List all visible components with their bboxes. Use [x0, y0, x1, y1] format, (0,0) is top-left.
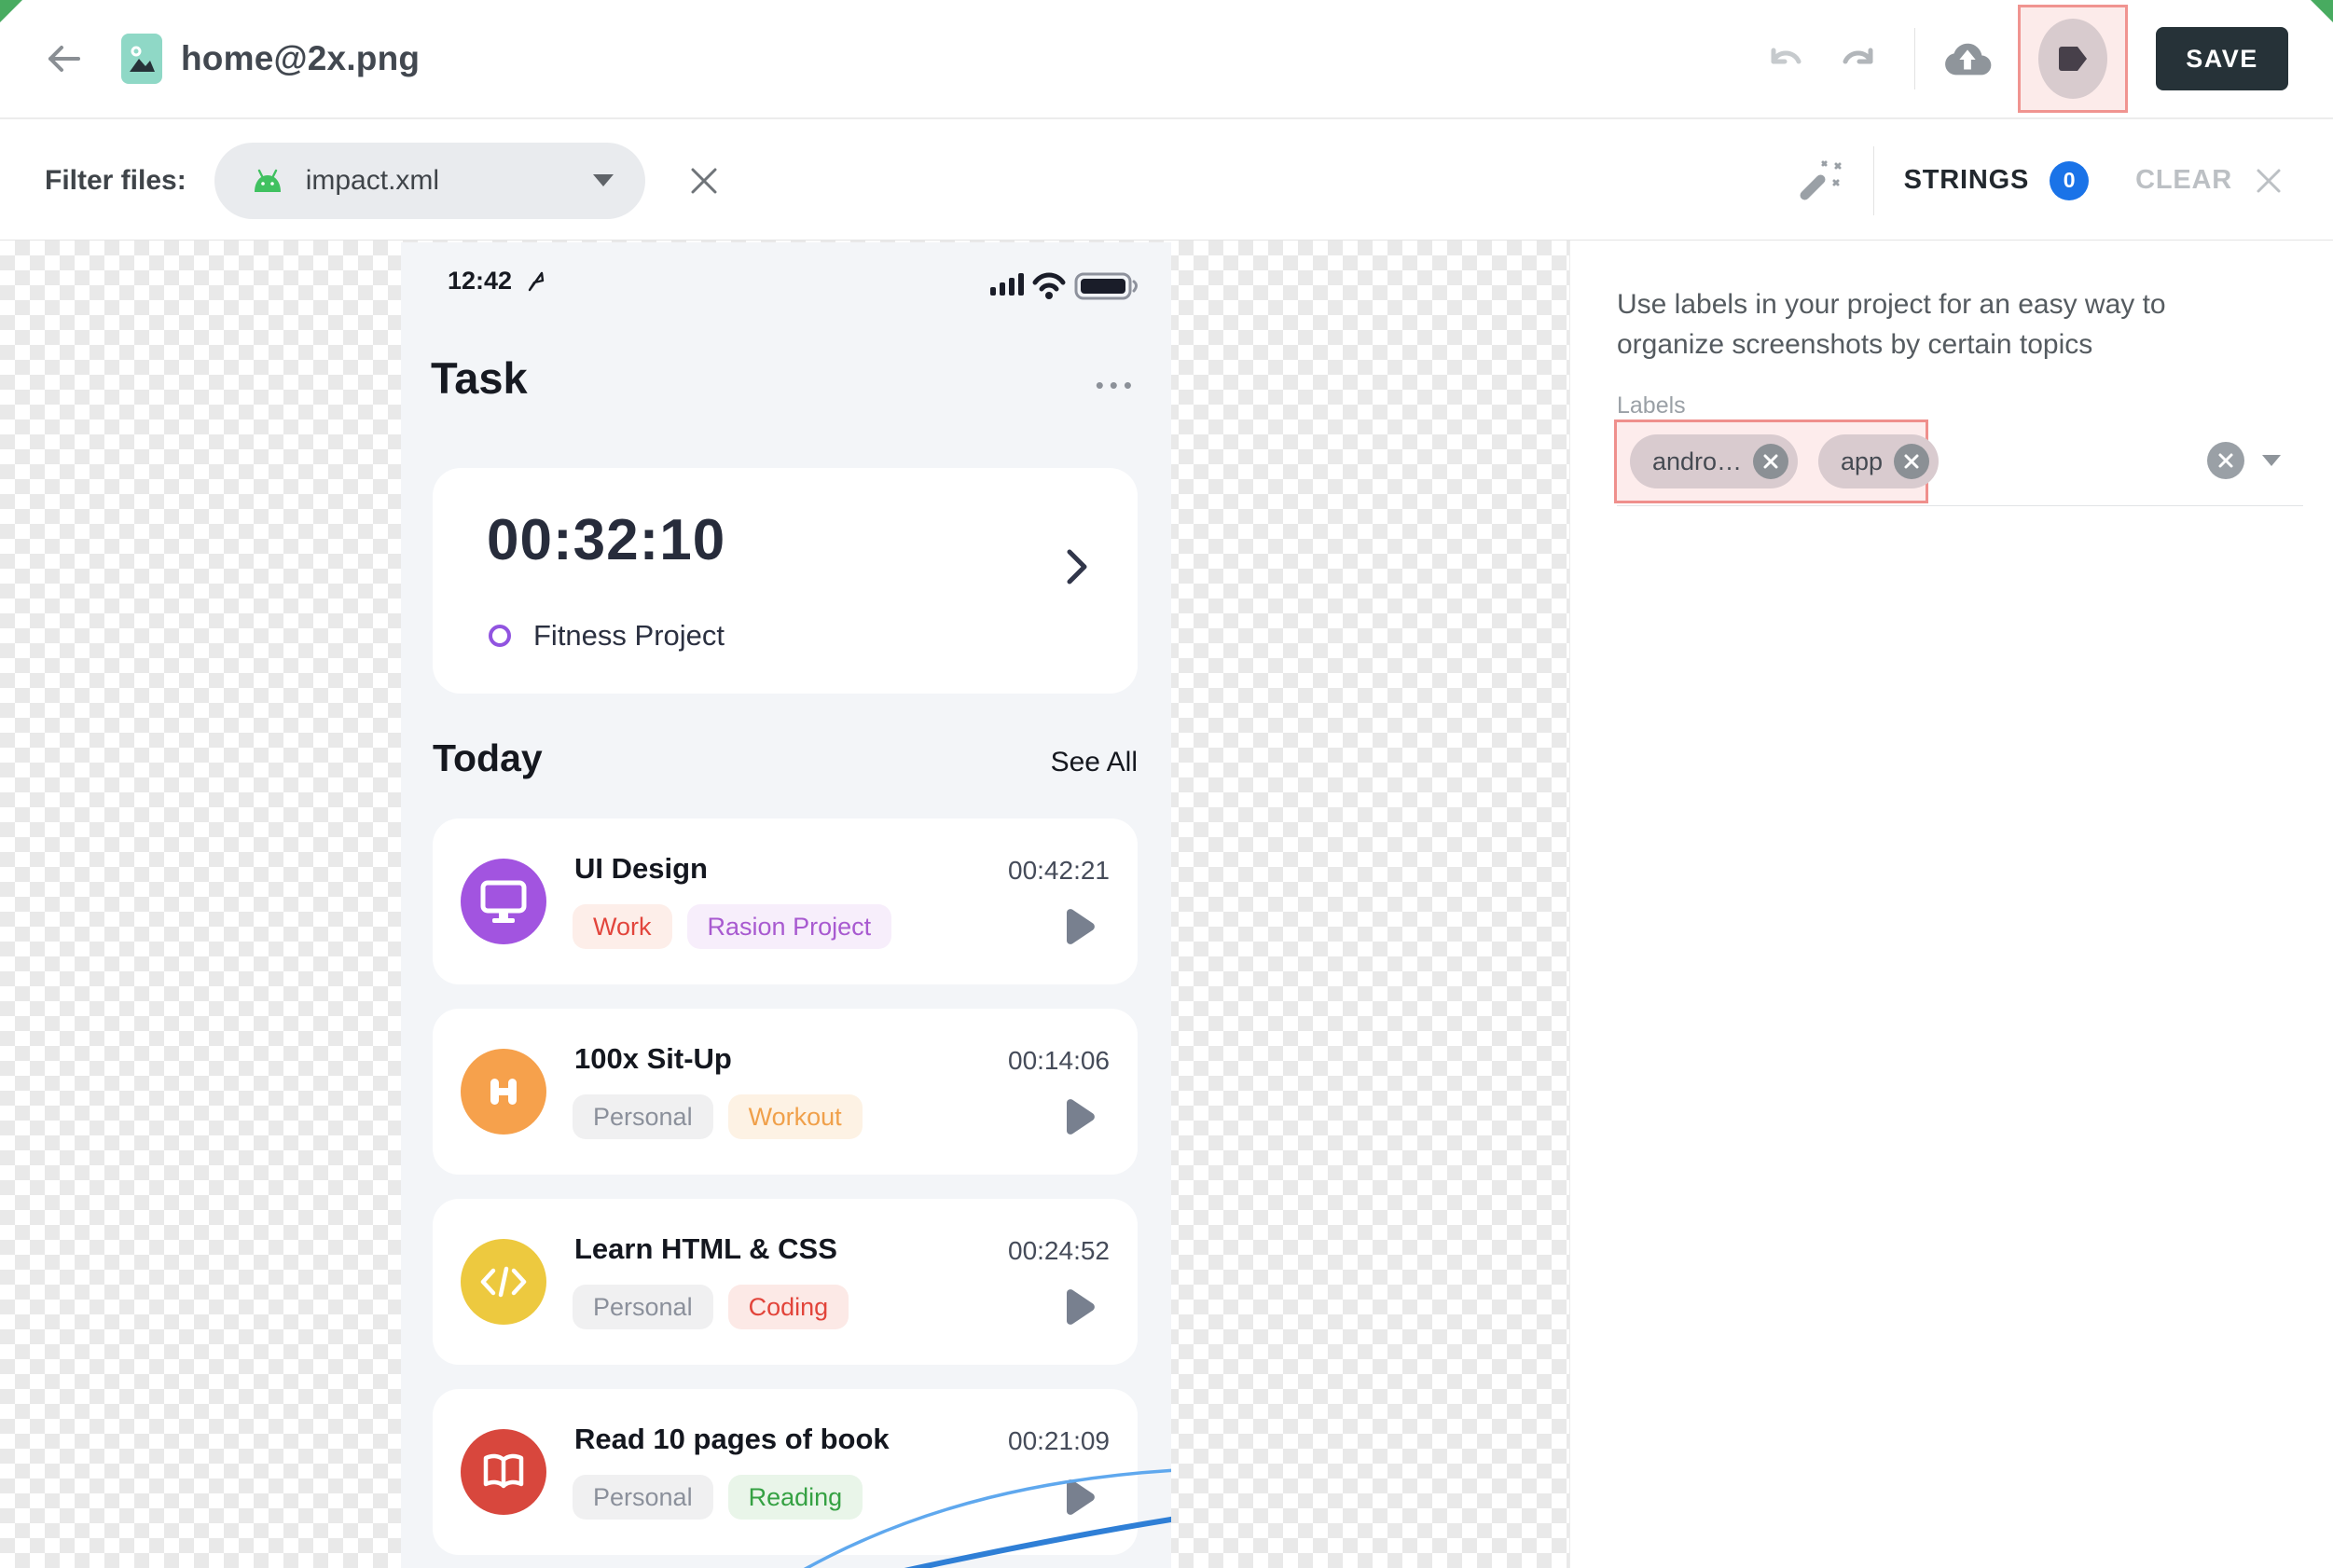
labels-tool-button-highlighted[interactable]: [2018, 5, 2128, 113]
strings-count-badge: 0: [2050, 161, 2089, 200]
undo-button[interactable]: [1765, 38, 1806, 79]
filter-bar-right: STRINGS 0 CLEAR: [1791, 146, 2285, 215]
divider: [1873, 146, 1874, 215]
label-chip-text: app: [1841, 447, 1883, 476]
clear-button[interactable]: CLEAR: [2135, 165, 2232, 196]
task-card[interactable]: 100x Sit-Up 00:14:06 Personal Workout: [433, 1009, 1138, 1175]
code-icon: [461, 1239, 546, 1325]
labels-field-underline: [1617, 505, 2303, 506]
play-icon[interactable]: [1061, 906, 1097, 947]
redo-icon: [1839, 39, 1878, 78]
close-icon: [2254, 166, 2284, 196]
clear-all-labels-button[interactable]: [2207, 442, 2244, 479]
play-icon[interactable]: [1061, 1286, 1097, 1327]
magic-wand-icon: [1791, 155, 1843, 207]
upload-button[interactable]: [1943, 37, 1992, 80]
auto-match-button[interactable]: [1791, 155, 1843, 207]
task-card[interactable]: UI Design 00:42:21 Work Rasion Project: [433, 818, 1138, 984]
close-icon: [2217, 452, 2234, 469]
screenshot-editor-window: home@2x.png: [0, 0, 2333, 1568]
tag: Personal: [573, 1094, 713, 1139]
task-time: 00:21:09: [1008, 1426, 1110, 1456]
labels-side-panel: Use labels in your project for an easy w…: [1569, 241, 2333, 1568]
timer-value: 00:32:10: [487, 507, 725, 573]
label-chip: app: [1818, 434, 1939, 488]
screenshot-preview[interactable]: 12:42 Task ••• 00:32:10: [401, 242, 1171, 1568]
task-time: 00:14:06: [1008, 1046, 1110, 1076]
tag-row: Personal Coding: [573, 1285, 849, 1329]
task-title: Read 10 pages of book: [574, 1423, 890, 1456]
tag: Personal: [573, 1285, 713, 1329]
label-chip-text: andro…: [1652, 447, 1742, 476]
clock-text: 12:42: [448, 267, 512, 296]
decorative-wave: [401, 1461, 1171, 1568]
tag: Rasion Project: [687, 904, 892, 949]
chevron-down-icon: [593, 174, 614, 186]
selected-file-name: impact.xml: [306, 165, 439, 197]
close-icon: [1903, 453, 1920, 470]
close-icon: [687, 164, 721, 198]
window-corner-artifact: [2311, 0, 2333, 22]
labels-field-highlighted[interactable]: andro… app: [1614, 420, 1928, 503]
filter-bar: Filter files: impact.xml: [0, 121, 2333, 241]
status-bar-icons: [990, 268, 1143, 302]
clear-close-button[interactable]: [2253, 165, 2285, 197]
see-all-link[interactable]: See All: [1051, 747, 1138, 778]
file-filter-dropdown[interactable]: impact.xml: [214, 143, 645, 219]
play-icon[interactable]: [1061, 1096, 1097, 1137]
chevron-right-icon[interactable]: [1065, 546, 1089, 587]
today-title: Today: [433, 736, 543, 780]
task-title: UI Design: [574, 852, 708, 886]
window-corner-artifact: [0, 0, 22, 22]
arrow-left-icon: [43, 38, 84, 79]
tag: Workout: [728, 1094, 863, 1139]
android-icon: [250, 168, 285, 194]
task-title: Learn HTML & CSS: [574, 1232, 837, 1266]
save-button[interactable]: SAVE: [2156, 27, 2288, 90]
screen-title: Task: [431, 352, 528, 404]
monitor-icon: [461, 859, 546, 944]
timer-card[interactable]: 00:32:10 Fitness Project: [433, 468, 1138, 694]
task-time: 00:24:52: [1008, 1236, 1110, 1266]
cloud-upload-icon: [1943, 38, 1992, 79]
close-icon: [1762, 453, 1779, 470]
tag: Coding: [728, 1285, 849, 1329]
label-chip: andro…: [1630, 434, 1798, 488]
task-card[interactable]: Learn HTML & CSS 00:24:52 Personal Codin…: [433, 1199, 1138, 1365]
status-bar-time: 12:42: [448, 267, 547, 296]
timer-project-row: Fitness Project: [489, 619, 725, 653]
tag-row: Personal Workout: [573, 1094, 863, 1139]
image-file-icon: [121, 34, 162, 84]
remove-label-button[interactable]: [1753, 444, 1788, 479]
remove-label-button[interactable]: [1894, 444, 1929, 479]
top-bar: home@2x.png: [0, 0, 2333, 119]
labels-tool-circle: [2038, 19, 2107, 99]
transparent-canvas: 12:42 Task ••• 00:32:10: [0, 241, 2333, 1568]
tag-row: Work Rasion Project: [573, 904, 891, 949]
labels-dropdown-caret[interactable]: [2262, 455, 2281, 466]
top-bar-actions: SAVE: [1765, 5, 2288, 113]
labels-description: Use labels in your project for an easy w…: [1617, 285, 2251, 364]
project-ring-icon: [489, 625, 511, 647]
label-tag-icon: [2055, 44, 2091, 74]
divider: [1914, 28, 1915, 89]
task-title: 100x Sit-Up: [574, 1042, 732, 1076]
redo-button[interactable]: [1838, 38, 1879, 79]
more-menu-icon[interactable]: •••: [1096, 371, 1138, 400]
today-header: Today See All: [433, 736, 1138, 780]
page-title: home@2x.png: [181, 39, 420, 78]
location-arrow-icon: [523, 269, 547, 294]
undo-icon: [1766, 39, 1805, 78]
filter-files-label: Filter files:: [45, 165, 186, 197]
back-button[interactable]: [41, 36, 86, 81]
remove-file-filter-button[interactable]: [686, 163, 722, 199]
strings-toggle[interactable]: STRINGS: [1904, 165, 2030, 196]
tag: Work: [573, 904, 672, 949]
project-name: Fitness Project: [533, 619, 725, 653]
task-time: 00:42:21: [1008, 856, 1110, 886]
labels-field-caption: Labels: [1617, 392, 1686, 420]
dumbbell-icon: [461, 1049, 546, 1135]
